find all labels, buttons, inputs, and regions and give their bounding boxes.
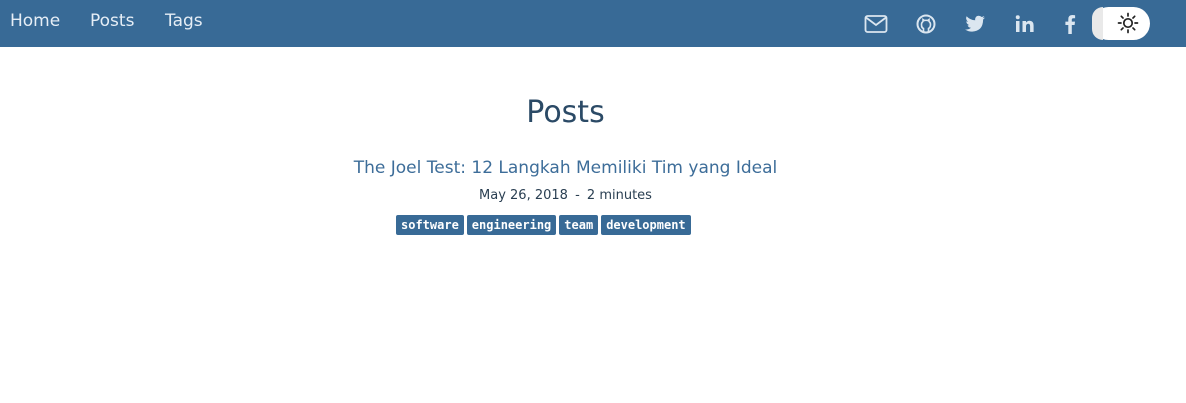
mail-icon[interactable] xyxy=(863,0,889,47)
sun-icon xyxy=(1117,12,1139,38)
theme-toggle[interactable] xyxy=(1092,7,1150,40)
meta-separator: - xyxy=(575,188,580,203)
post-date: May 26, 2018 xyxy=(479,188,568,203)
tag-team[interactable]: team xyxy=(559,215,599,235)
tag-development[interactable]: development xyxy=(601,215,691,235)
nav-posts-link[interactable]: Posts xyxy=(90,11,134,31)
post-meta: May 26, 2018 - 2 minutes xyxy=(0,188,1131,203)
nav-tags-link[interactable]: Tags xyxy=(165,11,203,31)
facebook-icon[interactable] xyxy=(1057,0,1083,47)
post-tags: software engineering team development xyxy=(396,215,691,235)
tag-software[interactable]: software xyxy=(396,215,464,235)
page-title: Posts xyxy=(526,95,605,130)
top-navbar: Home Posts Tags xyxy=(0,0,1186,47)
post-read-time: 2 minutes xyxy=(586,188,652,203)
github-icon[interactable] xyxy=(913,0,939,47)
nav-home-link[interactable]: Home xyxy=(10,11,60,31)
twitter-icon[interactable] xyxy=(962,0,988,47)
toggle-knob xyxy=(1092,7,1103,40)
post-title-link[interactable]: The Joel Test: 12 Langkah Memiliki Tim y… xyxy=(0,158,1131,178)
linkedin-icon[interactable] xyxy=(1012,0,1038,47)
tag-engineering[interactable]: engineering xyxy=(466,215,557,235)
